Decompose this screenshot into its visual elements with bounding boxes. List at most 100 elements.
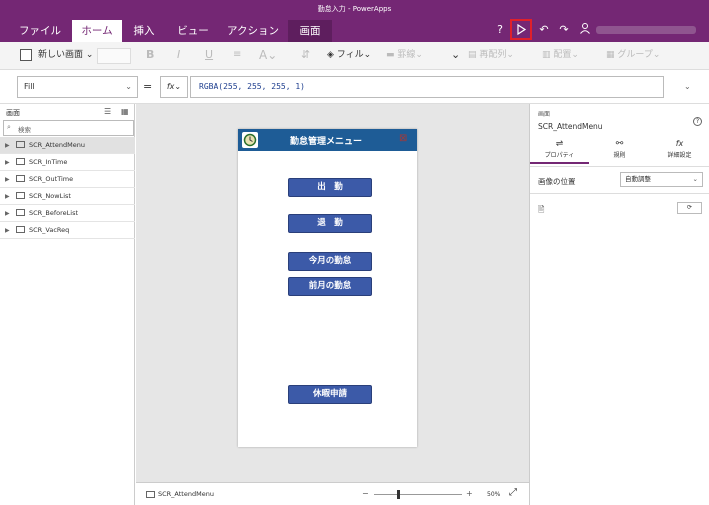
this-month-button[interactable]: 今月の勤怠 xyxy=(288,252,372,271)
search-input[interactable]: 検索 xyxy=(18,124,31,134)
align-button[interactable]: ▥ 配置⌄ xyxy=(542,48,579,62)
tab-properties[interactable]: ⇌ プロパティ xyxy=(530,138,589,164)
underline-icon[interactable]: U xyxy=(205,48,213,62)
last-month-button[interactable]: 前月の勤怠 xyxy=(288,277,372,296)
app-header: 勤怠管理メニュー ⊠ xyxy=(238,129,417,151)
current-screen-label: SCR_AttendMenu xyxy=(158,490,214,498)
tab-insert[interactable]: 挿入 xyxy=(126,20,162,42)
screens-panel: 画面 ☰ ▦ ⌕ 検索 ▶ SCR_AttendMenu ▶ SCR_InTime … xyxy=(0,104,135,505)
tab-file[interactable]: ファイル xyxy=(12,20,68,42)
selected-control-name: SCR_AttendMenu xyxy=(538,122,603,131)
new-screen-icon xyxy=(20,49,32,61)
close-icon[interactable]: ⊠ xyxy=(399,133,411,145)
clock-in-button[interactable]: 出 勤 xyxy=(288,178,372,197)
zoom-slider-handle[interactable] xyxy=(397,490,400,499)
font-size-select[interactable] xyxy=(97,48,131,64)
chevron-down-icon: ⌄ xyxy=(125,82,132,91)
grid-view-icon[interactable]: ▦ xyxy=(121,107,129,116)
properties-panel: 画面 SCR_AttendMenu ? ⇌ プロパティ ⚯ 規則 fx 詳細設定… xyxy=(529,104,709,505)
tab-view[interactable]: ビュー xyxy=(168,20,218,42)
tab-rules[interactable]: ⚯ 規則 xyxy=(590,138,649,164)
new-screen-button[interactable]: 新しい画面 ⌄ xyxy=(38,48,93,62)
screen-icon xyxy=(16,209,25,216)
list-item[interactable]: ▶ SCR_AttendMenu xyxy=(0,137,135,154)
formula-input[interactable]: RGBA(255, 255, 255, 1) xyxy=(190,76,664,98)
screen-icon xyxy=(16,226,25,233)
border-button[interactable]: ▬ 罫線⌄ xyxy=(386,48,423,62)
list-item[interactable]: ▶ SCR_VacReq xyxy=(0,222,135,239)
expand-icon[interactable]: ▶ xyxy=(5,205,10,222)
zoom-in-button[interactable]: + xyxy=(466,489,473,498)
vacation-request-button[interactable]: 休暇申請 xyxy=(288,385,372,404)
app-screen[interactable]: 勤怠管理メニュー ⊠ 出 勤 退 勤 今月の勤怠 前月の勤怠 休暇申請 xyxy=(238,129,417,447)
play-icon xyxy=(517,23,527,36)
search-box[interactable]: ⌕ 検索 xyxy=(3,120,134,136)
property-dropdown[interactable]: Fill ⌄ xyxy=(17,76,138,98)
fx-icon: fx xyxy=(675,139,684,148)
group-button[interactable]: ▦ グループ⌄ xyxy=(606,48,660,62)
chevron-down-icon: ⌄ xyxy=(692,175,698,183)
ribbon: ファイル ホーム 挿入 ビュー アクション 画面 ? ↶ ↷ xyxy=(0,18,709,42)
font-size-icon[interactable]: ⇵ xyxy=(301,48,310,62)
status-bar: SCR_AttendMenu − + 50% ⤢ xyxy=(136,482,529,505)
redo-icon[interactable]: ↷ xyxy=(557,22,571,38)
image-position-label: 画像の位置 xyxy=(538,177,576,186)
panel-section-label: 画面 xyxy=(538,111,551,118)
tab-screen[interactable]: 画面 xyxy=(288,20,332,42)
app-header-title: 勤怠管理メニュー xyxy=(289,137,362,147)
clock-icon[interactable] xyxy=(242,132,258,148)
properties-icon: ⇌ xyxy=(555,139,564,149)
list-item[interactable]: ▶ SCR_OutTime xyxy=(0,171,135,188)
tab-action[interactable]: アクション xyxy=(222,20,284,42)
help-icon[interactable]: ? xyxy=(693,117,702,126)
expand-icon[interactable]: ▶ xyxy=(5,171,10,188)
fit-screen-icon[interactable]: ⤢ xyxy=(509,487,517,498)
window-title: 勤怠入力 - PowerApps xyxy=(0,0,709,18)
undo-icon[interactable]: ↶ xyxy=(537,22,551,38)
reorder-button[interactable]: ▤ 再配列⌄ xyxy=(468,48,514,62)
user-icon[interactable] xyxy=(578,22,592,39)
image-picker-button[interactable]: ⟳ xyxy=(677,202,702,214)
image-icon: 🖹 xyxy=(538,205,545,214)
expand-icon[interactable]: ▶ xyxy=(5,137,10,154)
expand-icon[interactable]: ▶ xyxy=(5,188,10,205)
bold-icon[interactable]: B xyxy=(146,48,154,62)
list-item[interactable]: ▶ SCR_BeforeList xyxy=(0,205,135,222)
more-chevron-icon[interactable]: ⌄ xyxy=(451,48,460,62)
play-button[interactable] xyxy=(510,19,532,40)
divider xyxy=(530,166,709,167)
formula-bar: Fill ⌄ = fx⌄ RGBA(255, 255, 255, 1) ⌄ xyxy=(0,70,709,104)
italic-icon[interactable]: I xyxy=(177,48,180,62)
toolbar: 新しい画面 ⌄ B I U ≡ A⌄ ⇵ ◈ フィル⌄ ▬ 罫線⌄ ⌄ ▤ 再配… xyxy=(0,42,709,70)
account-name-blurred xyxy=(596,26,696,34)
zoom-out-button[interactable]: − xyxy=(362,489,369,498)
search-icon: ⌕ xyxy=(7,123,11,131)
align-text-icon[interactable]: ≡ xyxy=(233,48,241,62)
screen-icon xyxy=(16,141,25,148)
screen-icon xyxy=(16,158,25,165)
screen-icon xyxy=(16,175,25,182)
clock-out-button[interactable]: 退 勤 xyxy=(288,214,372,233)
image-position-dropdown[interactable]: 自動調整 ⌄ xyxy=(620,172,703,187)
list-view-icon[interactable]: ☰ xyxy=(104,107,111,116)
expand-icon[interactable]: ▶ xyxy=(5,222,10,239)
tab-home[interactable]: ホーム xyxy=(72,20,122,42)
list-item[interactable]: ▶ SCR_InTime xyxy=(0,154,135,171)
zoom-level: 50% xyxy=(487,491,501,498)
rules-icon: ⚯ xyxy=(615,139,624,149)
help-icon[interactable]: ? xyxy=(493,22,507,38)
screen-icon xyxy=(16,192,25,199)
fill-button[interactable]: ◈ フィル⌄ xyxy=(327,48,371,62)
font-color-icon[interactable]: A⌄ xyxy=(259,48,277,62)
list-item[interactable]: ▶ SCR_NowList xyxy=(0,188,135,205)
panel-title: 画面 xyxy=(6,109,20,117)
screen-icon xyxy=(146,491,155,498)
tab-advanced[interactable]: fx 詳細設定 xyxy=(650,138,709,164)
divider xyxy=(530,193,709,194)
expand-chevron-icon[interactable]: ⌄ xyxy=(684,82,691,91)
expand-icon[interactable]: ▶ xyxy=(5,154,10,171)
zoom-slider[interactable] xyxy=(374,494,462,495)
fx-button[interactable]: fx⌄ xyxy=(160,76,188,98)
refresh-icon: ⟳ xyxy=(686,204,693,211)
equals-sign: = xyxy=(143,80,153,93)
